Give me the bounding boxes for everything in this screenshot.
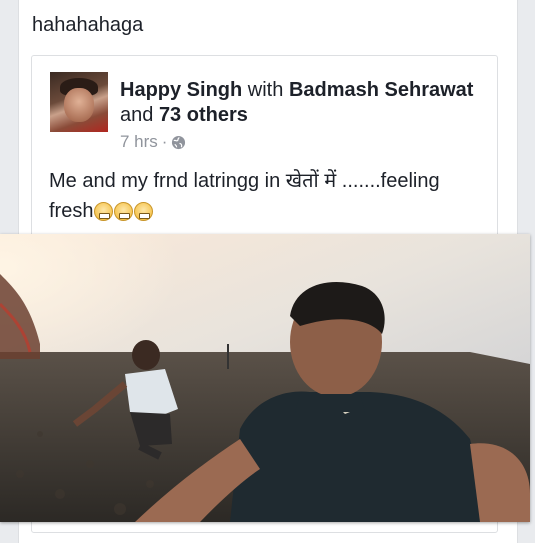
shared-post-header: Happy Singh with Badmash Sehrawat and 73…: [120, 78, 490, 128]
and-label: and: [120, 104, 154, 126]
avatar-face: [64, 88, 94, 122]
grimace-emoji-icon: [94, 202, 114, 222]
with-label: with: [247, 79, 284, 101]
author-avatar[interactable]: [50, 72, 108, 132]
shared-post-body: Me and my frnd latringg in खेतों में ...…: [49, 166, 489, 226]
emoji-group: [94, 202, 154, 222]
globe-icon[interactable]: [171, 135, 186, 150]
photo-illustration: [0, 234, 530, 522]
tagged-name-link[interactable]: Badmash Sehrawat: [289, 79, 474, 101]
timestamp-link[interactable]: 7 hrs: [120, 132, 158, 152]
grimace-emoji-icon: [134, 202, 154, 222]
others-link[interactable]: 73 others: [159, 104, 248, 126]
author-name-link[interactable]: Happy Singh: [120, 79, 242, 101]
grimace-emoji-icon: [114, 202, 134, 222]
meta-separator: ·: [161, 132, 168, 151]
post-photo[interactable]: [0, 234, 530, 522]
post-meta: 7 hrs ·: [120, 132, 186, 152]
post-text: hahahahaga: [32, 14, 144, 36]
